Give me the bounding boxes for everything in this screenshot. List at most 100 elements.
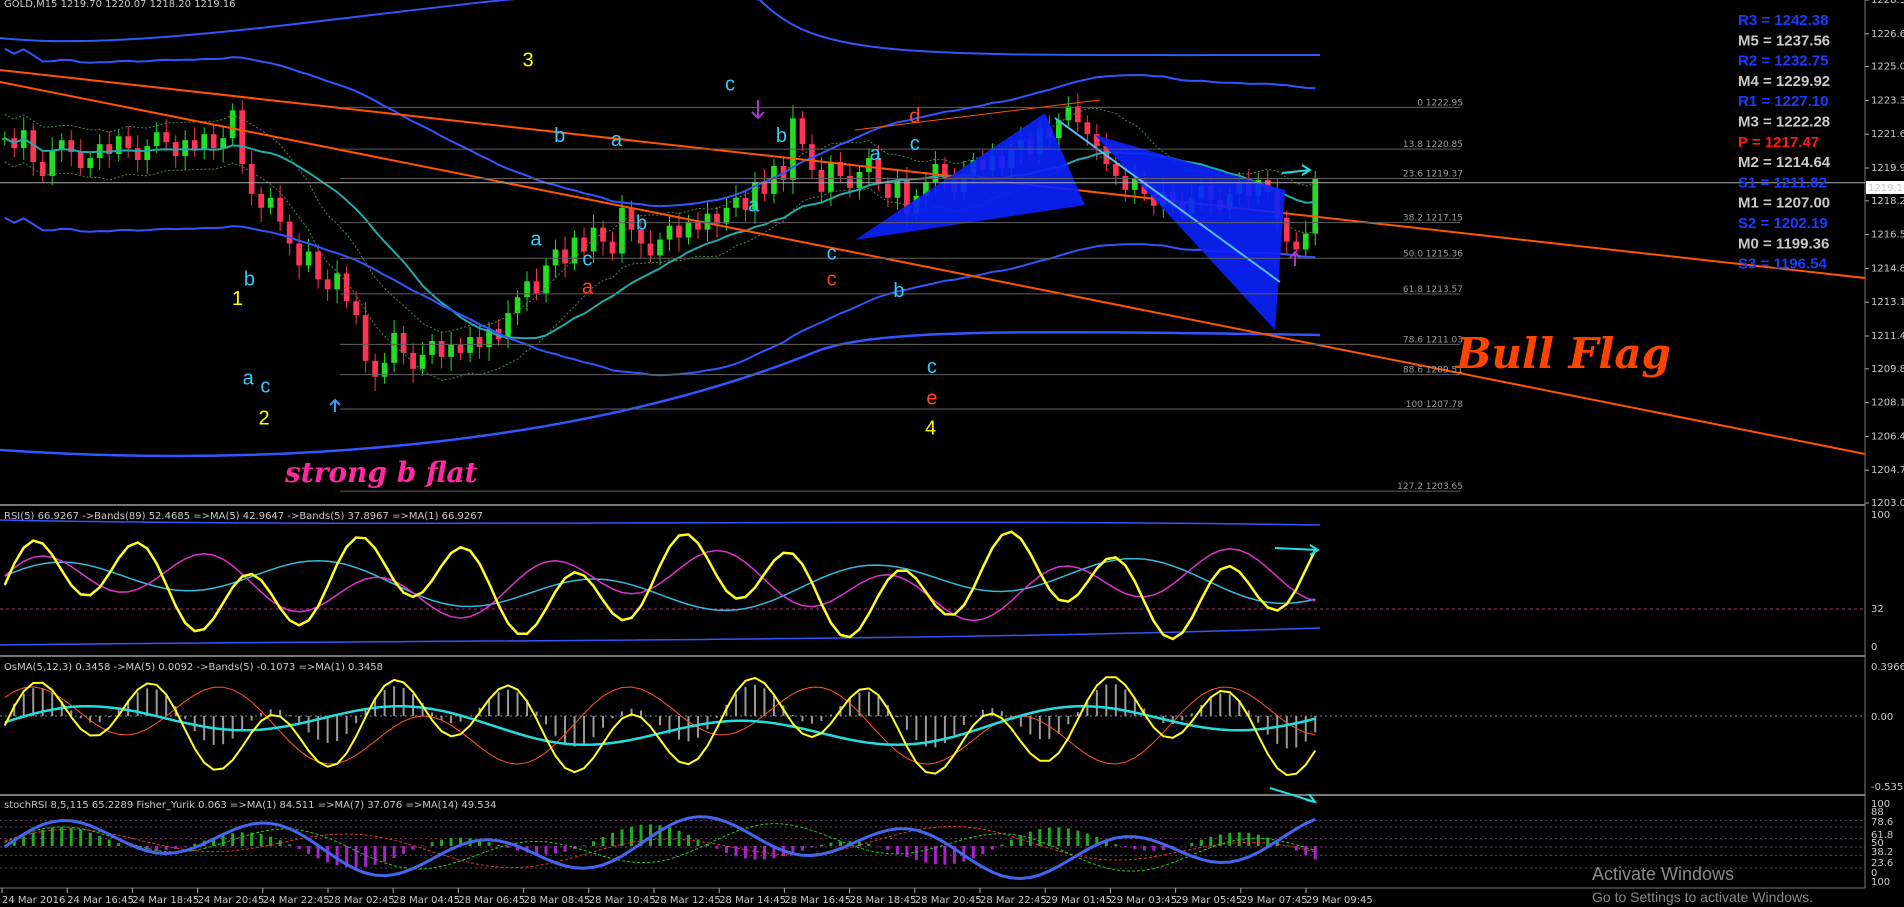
- trading-chart[interactable]: GOLD,M15 1219.70 1220.07 1218.20 1219.16…: [0, 0, 1904, 907]
- candle-body[interactable]: [524, 281, 530, 298]
- candle-body[interactable]: [353, 301, 359, 316]
- price-tick-label: 1209.80: [1871, 364, 1904, 375]
- candle-body[interactable]: [362, 315, 369, 361]
- candle-body[interactable]: [1112, 164, 1119, 176]
- candle-body[interactable]: [334, 273, 340, 290]
- candle-body[interactable]: [286, 221, 293, 244]
- wave-label: a: [748, 195, 760, 217]
- candle-body[interactable]: [220, 138, 227, 149]
- candle-body[interactable]: [600, 227, 606, 242]
- candle-body[interactable]: [438, 340, 445, 357]
- candle-body[interactable]: [258, 193, 264, 208]
- pivot-level-label: S3 = 1196.54: [1738, 256, 1827, 273]
- candle-body[interactable]: [514, 297, 521, 314]
- candle-body[interactable]: [799, 118, 806, 145]
- time-tick-label: 28 Mar 04:45: [393, 895, 460, 906]
- candle-body[interactable]: [885, 183, 891, 198]
- candle-body[interactable]: [1074, 106, 1081, 123]
- candle-body[interactable]: [1283, 217, 1290, 242]
- candle-body[interactable]: [552, 249, 559, 266]
- candle-body[interactable]: [457, 344, 464, 353]
- candle-body[interactable]: [144, 146, 151, 161]
- candle-body[interactable]: [467, 336, 473, 353]
- time-tick-label: 24 Mar 2016: [2, 895, 65, 906]
- candle-body[interactable]: [1293, 241, 1300, 250]
- time-tick-label: 28 Mar 16:45: [784, 895, 851, 906]
- price-tick-label: 1219.90: [1871, 163, 1904, 174]
- candle-body[interactable]: [533, 281, 540, 294]
- candle-body[interactable]: [571, 237, 578, 264]
- candle-body[interactable]: [723, 207, 730, 224]
- price-tick-label: 1204.70: [1871, 465, 1904, 476]
- time-tick-label: 28 Mar 20:45: [915, 895, 982, 906]
- candle-body[interactable]: [87, 158, 94, 168]
- candle-body[interactable]: [647, 243, 654, 256]
- candle-body[interactable]: [201, 134, 208, 151]
- wave-label: c: [827, 268, 837, 290]
- candle-body[interactable]: [676, 225, 682, 238]
- watermark-subtitle: Go to Settings to activate Windows.: [1592, 889, 1813, 905]
- price-tick-label: 1213.15: [1871, 297, 1904, 308]
- candle-body[interactable]: [828, 162, 834, 192]
- candle-body[interactable]: [400, 333, 407, 353]
- indicator-tick-label: 100: [1871, 877, 1890, 888]
- candle-body[interactable]: [77, 152, 84, 168]
- candle-body[interactable]: [163, 132, 170, 143]
- candle-body[interactable]: [153, 132, 160, 147]
- candle-body[interactable]: [543, 265, 549, 294]
- wave-label: c: [910, 133, 920, 155]
- price-tick-label: 1218.25: [1871, 196, 1904, 207]
- candle-body[interactable]: [429, 340, 435, 355]
- time-tick-label: 28 Mar 08:45: [524, 895, 591, 906]
- candle-body[interactable]: [856, 171, 863, 188]
- candle-body[interactable]: [324, 279, 331, 290]
- candle-body[interactable]: [267, 197, 274, 208]
- candle-body[interactable]: [666, 225, 673, 240]
- time-tick-label: 24 Mar 20:45: [198, 895, 265, 906]
- candle-body[interactable]: [419, 354, 426, 369]
- candle-body[interactable]: [562, 249, 568, 264]
- pivot-level-label: M3 = 1222.28: [1738, 114, 1830, 131]
- candle-body[interactable]: [315, 251, 321, 280]
- candle-body[interactable]: [628, 207, 635, 230]
- candle-body[interactable]: [685, 221, 692, 238]
- candle-body[interactable]: [609, 241, 616, 254]
- fib-label: 0 1222.95: [1417, 98, 1463, 108]
- time-tick-label: 28 Mar 12:45: [654, 895, 721, 906]
- candle-body[interactable]: [657, 239, 663, 256]
- candle-body[interactable]: [229, 110, 236, 139]
- candle-body[interactable]: [49, 150, 56, 176]
- candle-body[interactable]: [277, 197, 283, 222]
- time-tick-label: 29 Mar 05:45: [1176, 895, 1243, 906]
- candle-body[interactable]: [210, 134, 217, 149]
- candle-body[interactable]: [343, 273, 350, 302]
- candle-body[interactable]: [932, 164, 939, 182]
- price-tick-label: 1216.55: [1871, 230, 1904, 241]
- indicator-tick-label: 0.00: [1871, 712, 1893, 723]
- pivot-level-label: M0 = 1199.36: [1738, 235, 1829, 252]
- candle-body[interactable]: [704, 213, 711, 230]
- pivot-level-label: S1 = 1211.82: [1738, 174, 1827, 191]
- candle-body[interactable]: [125, 136, 132, 149]
- wave-label: c: [725, 73, 735, 95]
- wave-label: b: [893, 280, 904, 302]
- candle-body[interactable]: [305, 251, 312, 266]
- wave-label: a: [870, 143, 882, 165]
- candle-body[interactable]: [448, 344, 454, 357]
- candle-body[interactable]: [391, 333, 397, 363]
- candle-body[interactable]: [248, 164, 255, 194]
- price-tick-label: 1203.05: [1871, 498, 1904, 509]
- candle-body[interactable]: [619, 207, 625, 254]
- current-price-label: 1219.16: [1868, 183, 1904, 194]
- candle-body[interactable]: [1084, 122, 1091, 135]
- watermark-title: Activate Windows: [1592, 864, 1734, 884]
- candle-body[interactable]: [1312, 177, 1319, 234]
- candle-body[interactable]: [818, 169, 825, 192]
- candle-body[interactable]: [1302, 233, 1309, 250]
- candle-body[interactable]: [296, 243, 302, 266]
- candle-body[interactable]: [847, 175, 853, 188]
- time-tick-label: 29 Mar 09:45: [1306, 895, 1373, 906]
- candle-body[interactable]: [476, 336, 483, 347]
- time-tick-label: 24 Mar 22:45: [263, 895, 330, 906]
- time-tick-label: 29 Mar 07:45: [1241, 895, 1308, 906]
